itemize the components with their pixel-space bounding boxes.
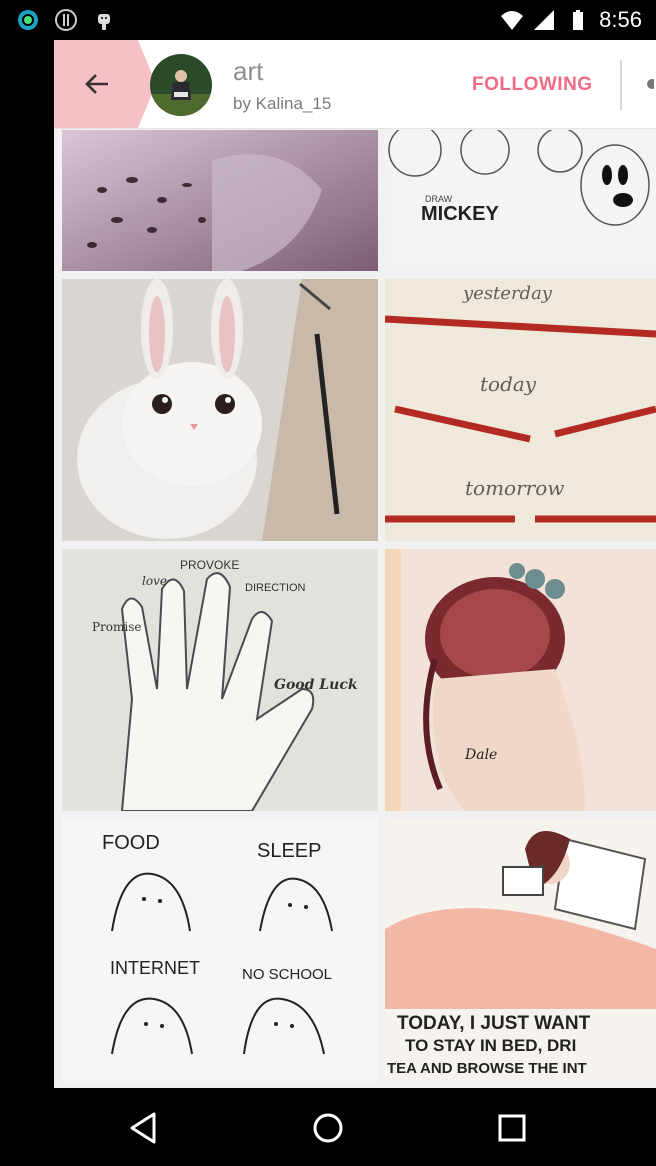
gallery-tile-bunny-drawing[interactable] <box>62 279 378 541</box>
wifi-icon <box>501 11 523 30</box>
signal-icon <box>534 10 554 30</box>
svg-text:yesterday: yesterday <box>462 283 553 304</box>
svg-text:INTERNET: INTERNET <box>110 958 200 978</box>
following-button[interactable]: FOLLOWING <box>472 74 593 96</box>
home-nav-icon[interactable] <box>306 1106 350 1150</box>
svg-text:TEA AND BROWSE THE INT: TEA AND BROWSE THE INT <box>387 1060 587 1077</box>
collection-author[interactable]: by Kalina_15 <box>233 94 331 114</box>
android-icon <box>98 14 110 30</box>
svg-text:NO SCHOOL: NO SCHOOL <box>242 966 332 983</box>
svg-text:TODAY, I JUST WANT: TODAY, I JUST WANT <box>397 1013 591 1034</box>
status-bar: 8:56 <box>0 0 656 40</box>
gallery-tile-sketch-pink-fabric[interactable] <box>62 130 378 271</box>
svg-text:SLEEP: SLEEP <box>257 840 321 862</box>
arrow-left-icon <box>85 74 108 94</box>
svg-text:love: love <box>142 574 167 588</box>
gallery-tile-mickey-sketch[interactable]: DRAW MICKEY <box>385 130 656 271</box>
back-nav-icon[interactable] <box>122 1106 166 1150</box>
svg-text:DIRECTION: DIRECTION <box>245 582 306 594</box>
more-options-icon[interactable] <box>640 78 654 90</box>
avatar[interactable] <box>150 54 212 116</box>
gallery-tile-ghosts-drawing[interactable]: FOOD SLEEP INTERNET NO SCHOOL <box>62 819 378 1081</box>
svg-text:MICKEY: MICKEY <box>421 203 499 225</box>
header-divider <box>620 60 622 110</box>
svg-text:Promise: Promise <box>92 620 142 634</box>
collection-panel: DRAW MICKEY yesterday today tomorrow PRO… <box>54 40 656 1088</box>
svg-text:Dale: Dale <box>464 747 497 763</box>
gallery-tile-hand-drawing[interactable]: PROVOKE love DIRECTION Promise Good Luck <box>62 549 378 811</box>
svg-text:today: today <box>480 372 537 396</box>
back-button[interactable] <box>54 40 156 128</box>
svg-text:FOOD: FOOD <box>102 832 160 854</box>
gallery-tile-bed-drawing[interactable]: TODAY, I JUST WANT TO STAY IN BED, DRI T… <box>385 819 656 1081</box>
svg-text:tomorrow: tomorrow <box>465 476 564 500</box>
info-icon <box>55 9 77 31</box>
gallery-tile-hair-bun-drawing[interactable]: Dale <box>385 549 656 811</box>
status-time: 8:56 <box>599 7 642 32</box>
collection-title: art <box>233 56 264 86</box>
svg-text:PROVOKE: PROVOKE <box>180 558 239 572</box>
circle-app-icon <box>18 10 38 30</box>
recents-nav-icon[interactable] <box>490 1106 534 1150</box>
navigation-bar <box>0 1088 656 1166</box>
gallery-tile-pencils-drawing[interactable]: yesterday today tomorrow <box>385 279 656 541</box>
svg-text:TO STAY IN BED, DRI: TO STAY IN BED, DRI <box>405 1036 576 1055</box>
svg-text:Good Luck: Good Luck <box>274 677 358 693</box>
battery-icon <box>573 10 583 30</box>
collection-header: art by Kalina_15 FOLLOWING <box>54 40 656 129</box>
